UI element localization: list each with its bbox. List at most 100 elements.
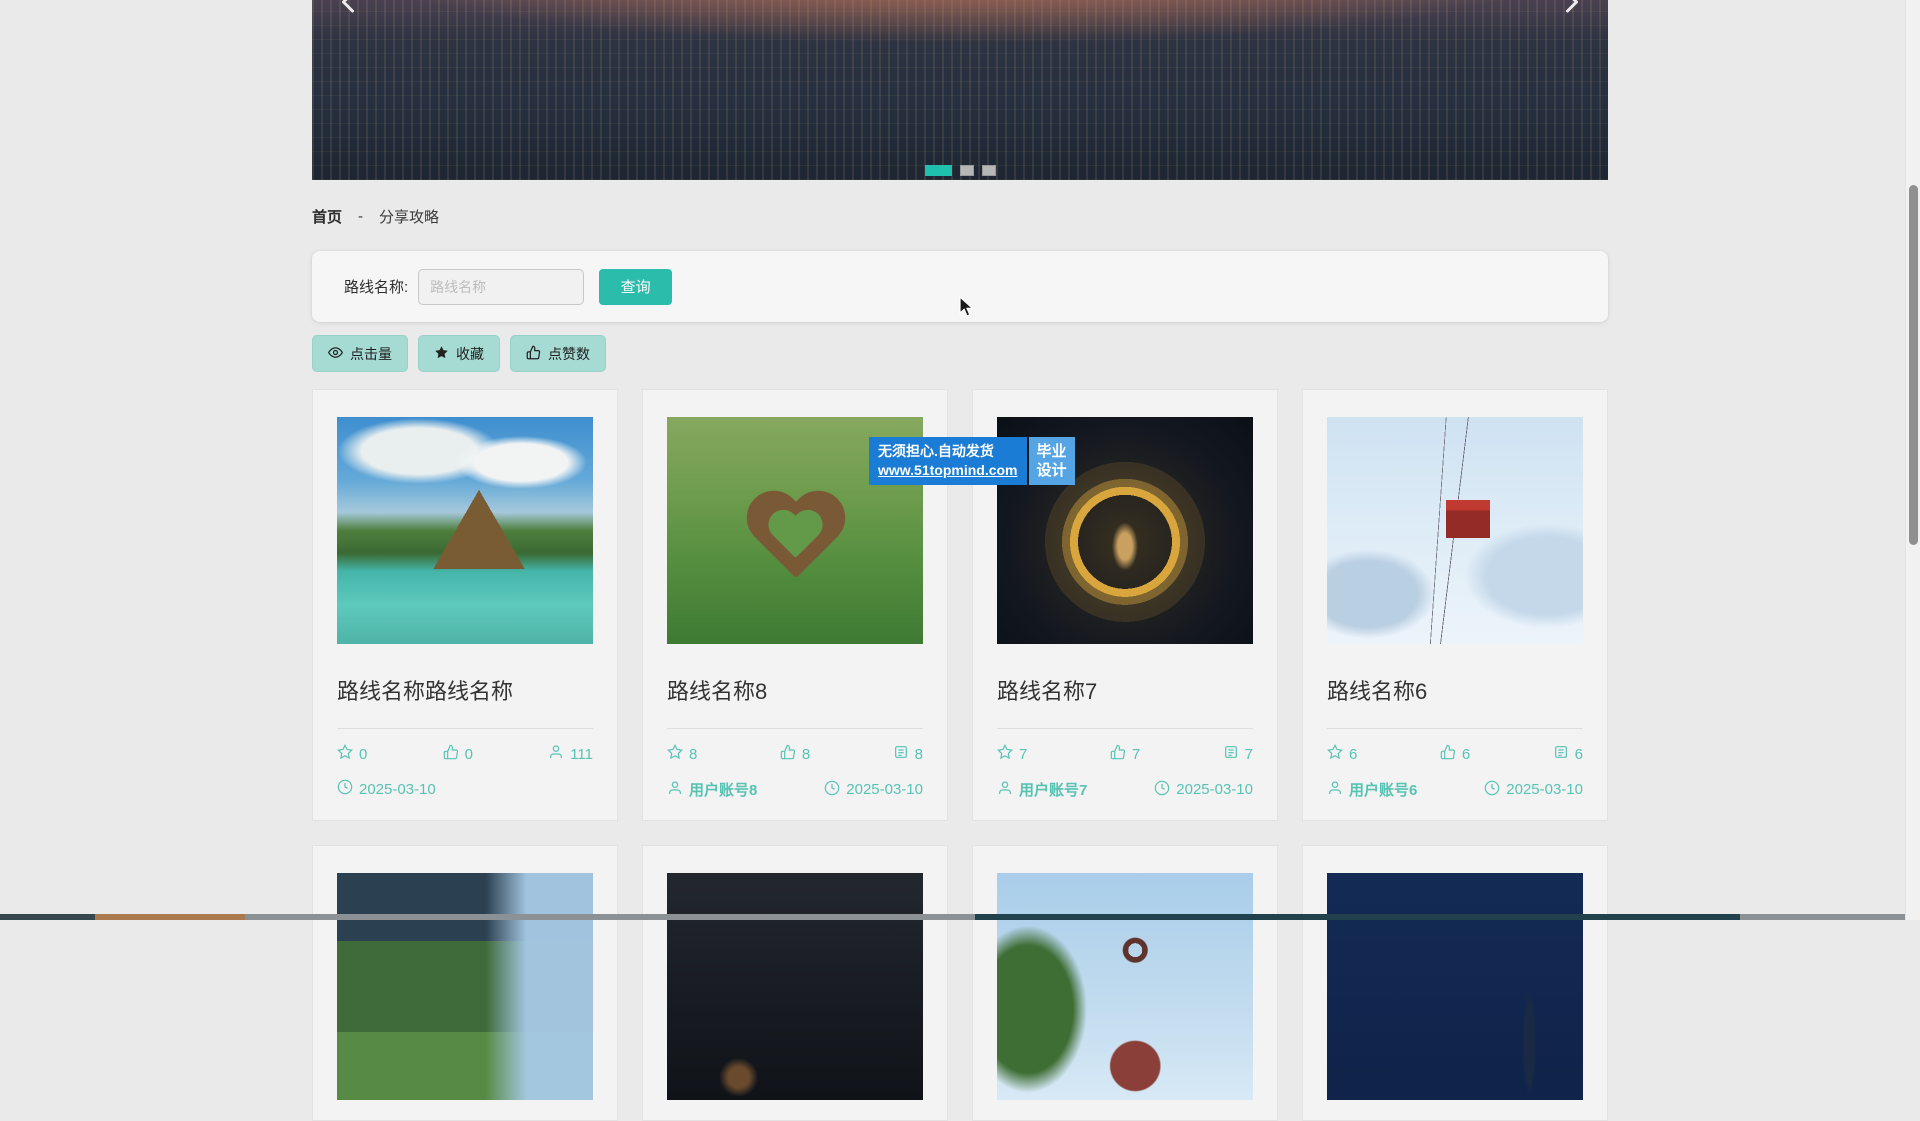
card-divider <box>1327 728 1583 729</box>
breadcrumb-home-link[interactable]: 首页 <box>312 206 342 227</box>
mouse-cursor <box>958 296 978 323</box>
user-icon <box>1327 780 1343 800</box>
document-icon <box>1223 744 1239 764</box>
breadcrumb-separator: - <box>358 208 363 225</box>
route-card-image[interactable] <box>337 873 593 1100</box>
comments-value: 6 <box>1575 746 1583 763</box>
filter-likes-label: 点赞数 <box>548 344 590 364</box>
filter-clicks-button[interactable]: 点击量 <box>312 335 408 372</box>
route-card: 路线名称6 6 6 6 用户账号6 <box>1302 389 1608 821</box>
carousel-next-button[interactable] <box>1554 0 1590 25</box>
breadcrumb: 首页 - 分享攻略 <box>312 180 1608 227</box>
route-card-title[interactable]: 路线名称7 <box>997 674 1253 706</box>
chevron-right-icon <box>1554 7 1590 24</box>
likes-value: 0 <box>465 746 473 763</box>
carousel-indicator-2[interactable] <box>960 165 974 176</box>
views-value: 111 <box>570 746 593 763</box>
page-scrollbar-track[interactable] <box>1905 0 1920 920</box>
card-divider <box>667 728 923 729</box>
user-icon <box>667 780 683 800</box>
comments-value: 8 <box>915 746 923 763</box>
clock-icon <box>1154 780 1170 800</box>
vendor-watermark: 无须担心.自动发货 www.51topmind.com 毕业 设计 <box>869 437 1075 485</box>
star-icon <box>337 744 353 764</box>
route-card <box>1302 845 1608 1121</box>
card-stats-row: 6 6 6 <box>1327 744 1583 764</box>
heart-frame-inner-shape <box>766 511 823 563</box>
date-value: 2025-03-10 <box>359 781 436 798</box>
author-stat: 用户账号6 <box>1327 779 1417 800</box>
star-filled-icon <box>434 345 449 363</box>
favorites-stat: 0 <box>337 744 367 764</box>
route-card-image[interactable] <box>1327 417 1583 644</box>
clock-icon <box>824 780 840 800</box>
route-card-grid-row2 <box>312 845 1608 1121</box>
page-scrollbar-thumb[interactable] <box>1909 185 1918 545</box>
likes-stat: 8 <box>780 744 810 764</box>
watermark-badge-bottom: 设计 <box>1037 461 1067 480</box>
route-card-title[interactable]: 路线名称6 <box>1327 674 1583 706</box>
route-card <box>642 845 948 1121</box>
route-card-image[interactable] <box>667 873 923 1100</box>
author-value: 用户账号8 <box>689 779 757 800</box>
breadcrumb-current: 分享攻略 <box>379 206 439 227</box>
card-stats-row: 0 0 111 <box>337 744 593 764</box>
date-value: 2025-03-10 <box>846 781 923 798</box>
vendor-watermark-badge: 毕业 设计 <box>1029 437 1075 485</box>
carousel-prev-button[interactable] <box>330 0 366 25</box>
favorites-value: 6 <box>1349 746 1357 763</box>
route-name-input[interactable] <box>418 269 584 305</box>
route-card <box>972 845 1278 1121</box>
star-icon <box>1327 744 1343 764</box>
carousel-indicator-3[interactable] <box>982 165 996 176</box>
author-stat: 用户账号8 <box>667 779 757 800</box>
likes-value: 8 <box>802 746 810 763</box>
favorites-value: 8 <box>689 746 697 763</box>
route-card-image[interactable] <box>337 417 593 644</box>
search-label: 路线名称: <box>344 276 408 297</box>
document-icon <box>893 744 909 764</box>
date-value: 2025-03-10 <box>1506 781 1583 798</box>
likes-stat: 6 <box>1440 744 1470 764</box>
comments-stat: 6 <box>1553 744 1583 764</box>
route-card-image[interactable] <box>1327 873 1583 1100</box>
likes-stat: 7 <box>1110 744 1140 764</box>
date-stat: 2025-03-10 <box>1484 780 1583 800</box>
thumb-up-icon <box>1110 744 1126 764</box>
thumb-up-icon <box>780 744 796 764</box>
card-stats-row: 7 7 7 <box>997 744 1253 764</box>
user-icon <box>548 744 564 764</box>
favorites-stat: 6 <box>1327 744 1357 764</box>
author-value: 用户账号6 <box>1349 779 1417 800</box>
comments-value: 7 <box>1245 746 1253 763</box>
document-icon <box>1553 744 1569 764</box>
clock-icon <box>337 779 353 799</box>
card-stats-row: 8 8 8 <box>667 744 923 764</box>
sort-filters: 点击量 收藏 点赞数 <box>312 335 1608 372</box>
search-button[interactable]: 查询 <box>599 269 672 305</box>
filter-favorites-button[interactable]: 收藏 <box>418 335 500 372</box>
comments-stat: 7 <box>1223 744 1253 764</box>
filter-likes-button[interactable]: 点赞数 <box>510 335 606 372</box>
route-card-title[interactable]: 路线名称8 <box>667 674 923 706</box>
carousel-indicator-1[interactable] <box>925 165 952 176</box>
bottom-edge-strip <box>0 914 1920 920</box>
comments-stat: 8 <box>893 744 923 764</box>
card-stats-row: 用户账号8 2025-03-10 <box>667 779 923 800</box>
route-card-title[interactable]: 路线名称路线名称 <box>337 674 593 706</box>
star-icon <box>667 744 683 764</box>
favorites-value: 7 <box>1019 746 1027 763</box>
date-stat: 2025-03-10 <box>824 780 923 800</box>
favorites-value: 0 <box>359 746 367 763</box>
filter-clicks-label: 点击量 <box>350 344 392 364</box>
watermark-url: www.51topmind.com <box>878 461 1018 480</box>
date-stat: 2025-03-10 <box>337 779 436 799</box>
date-stat: 2025-03-10 <box>1154 780 1253 800</box>
card-stats-row: 2025-03-10 <box>337 779 593 799</box>
route-card-image[interactable] <box>997 873 1253 1100</box>
likes-stat: 0 <box>443 744 473 764</box>
chevron-left-icon <box>330 7 366 24</box>
route-card: 路线名称路线名称 0 0 111 2025-03- <box>312 389 618 821</box>
card-divider <box>337 728 593 729</box>
card-divider <box>997 728 1253 729</box>
